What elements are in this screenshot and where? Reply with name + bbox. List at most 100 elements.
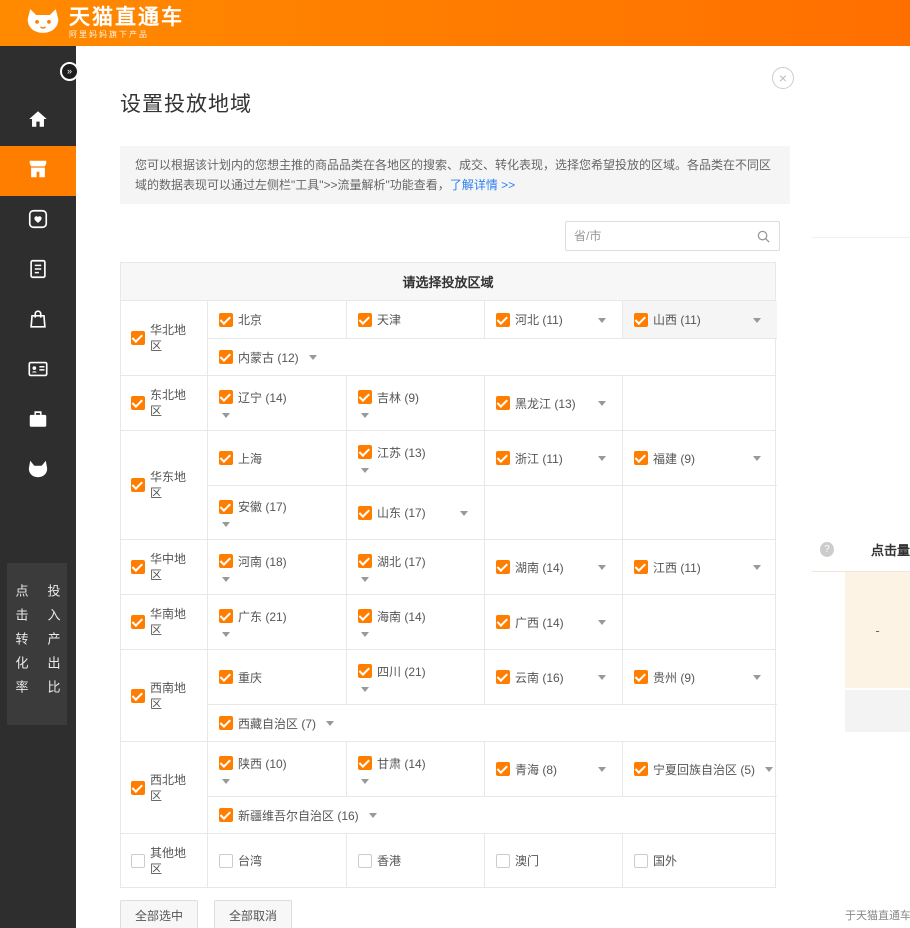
province-checkbox[interactable] xyxy=(496,560,510,574)
dropdown-caret-icon[interactable] xyxy=(598,675,606,680)
info-details-link[interactable]: 了解详情 >> xyxy=(450,178,515,192)
province-checkbox[interactable] xyxy=(219,670,233,684)
dropdown-caret-icon[interactable] xyxy=(598,318,606,323)
province-checkbox[interactable] xyxy=(634,670,648,684)
province-label[interactable]: 新疆维吾尔自治区 (16) xyxy=(238,807,359,824)
province-label[interactable]: 广西 (14) xyxy=(515,614,564,631)
province-label[interactable]: 福建 (9) xyxy=(653,450,695,467)
deselect-all-button[interactable]: 全部取消 xyxy=(214,900,292,928)
province-label[interactable]: 贵州 (9) xyxy=(653,669,695,686)
dropdown-caret-icon[interactable] xyxy=(753,318,761,323)
province-label[interactable]: 国外 xyxy=(653,852,677,869)
dropdown-caret-icon[interactable] xyxy=(361,779,369,784)
dropdown-caret-icon[interactable] xyxy=(765,767,773,772)
province-checkbox[interactable] xyxy=(219,500,233,514)
dropdown-caret-icon[interactable] xyxy=(222,779,230,784)
region-checkbox[interactable] xyxy=(131,689,145,703)
region-search-input[interactable] xyxy=(566,229,754,243)
province-label[interactable]: 澳门 xyxy=(515,852,539,869)
province-label[interactable]: 甘肃 (14) xyxy=(377,755,426,772)
province-label[interactable]: 浙江 (11) xyxy=(515,450,563,467)
province-label[interactable]: 广东 (21) xyxy=(238,608,287,625)
province-label[interactable]: 陕西 (10) xyxy=(238,755,287,772)
province-checkbox[interactable] xyxy=(496,670,510,684)
province-label[interactable]: 山西 (11) xyxy=(653,311,701,328)
dropdown-caret-icon[interactable] xyxy=(361,413,369,418)
region-checkbox[interactable] xyxy=(131,781,145,795)
dropdown-caret-icon[interactable] xyxy=(361,687,369,692)
dropdown-caret-icon[interactable] xyxy=(598,401,606,406)
province-label[interactable]: 云南 (16) xyxy=(515,669,564,686)
province-checkbox[interactable] xyxy=(496,396,510,410)
province-checkbox[interactable] xyxy=(219,854,233,868)
region-label[interactable]: 华中地区 xyxy=(150,551,192,583)
region-label[interactable]: 西南地区 xyxy=(150,680,192,712)
province-checkbox[interactable] xyxy=(219,554,233,568)
province-checkbox[interactable] xyxy=(634,762,648,776)
region-label[interactable]: 其他地区 xyxy=(150,845,192,877)
region-checkbox[interactable] xyxy=(131,560,145,574)
dropdown-caret-icon[interactable] xyxy=(222,413,230,418)
sidebar-item-favorites[interactable] xyxy=(0,196,76,246)
province-label[interactable]: 天津 xyxy=(377,311,401,328)
sidebar-item-tmall[interactable] xyxy=(0,446,76,496)
region-label[interactable]: 华北地区 xyxy=(150,322,192,354)
province-label[interactable]: 北京 xyxy=(238,311,262,328)
province-checkbox[interactable] xyxy=(219,451,233,465)
region-checkbox[interactable] xyxy=(131,615,145,629)
province-checkbox[interactable] xyxy=(496,854,510,868)
province-checkbox[interactable] xyxy=(358,554,372,568)
province-label[interactable]: 辽宁 (14) xyxy=(238,389,287,406)
province-checkbox[interactable] xyxy=(358,609,372,623)
province-label[interactable]: 海南 (14) xyxy=(377,608,426,625)
province-label[interactable]: 宁夏回族自治区 (5) xyxy=(653,761,755,778)
province-checkbox[interactable] xyxy=(634,854,648,868)
province-label[interactable]: 湖南 (14) xyxy=(515,559,564,576)
region-label[interactable]: 华南地区 xyxy=(150,606,192,638)
region-label[interactable]: 华东地区 xyxy=(150,469,192,501)
province-checkbox[interactable] xyxy=(219,716,233,730)
province-checkbox[interactable] xyxy=(634,560,648,574)
sidebar-item-campaigns[interactable] xyxy=(0,146,76,196)
province-checkbox[interactable] xyxy=(219,350,233,364)
province-checkbox[interactable] xyxy=(358,506,372,520)
province-label[interactable]: 江苏 (13) xyxy=(377,444,426,461)
dropdown-caret-icon[interactable] xyxy=(361,632,369,637)
select-all-button[interactable]: 全部选中 xyxy=(120,900,198,928)
dropdown-caret-icon[interactable] xyxy=(753,565,761,570)
sidebar-item-reports[interactable] xyxy=(0,246,76,296)
province-label[interactable]: 上海 xyxy=(238,450,262,467)
province-checkbox[interactable] xyxy=(219,808,233,822)
province-label[interactable]: 湖北 (17) xyxy=(377,553,426,570)
sidebar-metrics-panel[interactable]: 点击转化率 投入产出比 xyxy=(7,563,67,725)
sidebar-item-account[interactable] xyxy=(0,346,76,396)
province-label[interactable]: 香港 xyxy=(377,852,401,869)
sidebar-item-home[interactable] xyxy=(0,96,76,146)
province-checkbox[interactable] xyxy=(358,854,372,868)
province-label[interactable]: 山东 (17) xyxy=(377,504,426,521)
dropdown-caret-icon[interactable] xyxy=(753,456,761,461)
dropdown-caret-icon[interactable] xyxy=(309,355,317,360)
region-checkbox[interactable] xyxy=(131,478,145,492)
dropdown-caret-icon[interactable] xyxy=(598,620,606,625)
dropdown-caret-icon[interactable] xyxy=(222,577,230,582)
province-label[interactable]: 四川 (21) xyxy=(377,663,426,680)
province-checkbox[interactable] xyxy=(496,313,510,327)
province-checkbox[interactable] xyxy=(358,445,372,459)
province-checkbox[interactable] xyxy=(496,451,510,465)
region-label[interactable]: 东北地区 xyxy=(150,387,192,419)
province-label[interactable]: 吉林 (9) xyxy=(377,389,419,406)
province-checkbox[interactable] xyxy=(358,664,372,678)
sidebar-item-toolbox[interactable] xyxy=(0,396,76,446)
province-checkbox[interactable] xyxy=(634,451,648,465)
province-label[interactable]: 河南 (18) xyxy=(238,553,287,570)
province-label[interactable]: 青海 (8) xyxy=(515,761,557,778)
province-checkbox[interactable] xyxy=(219,313,233,327)
province-checkbox[interactable] xyxy=(634,313,648,327)
search-icon[interactable] xyxy=(754,229,779,244)
dropdown-caret-icon[interactable] xyxy=(222,522,230,527)
province-checkbox[interactable] xyxy=(219,390,233,404)
tmall-zhitongche-logo[interactable]: 天猫直通车 阿里妈妈旗下产品 xyxy=(26,6,184,40)
province-checkbox[interactable] xyxy=(219,609,233,623)
province-label[interactable]: 台湾 xyxy=(238,852,262,869)
